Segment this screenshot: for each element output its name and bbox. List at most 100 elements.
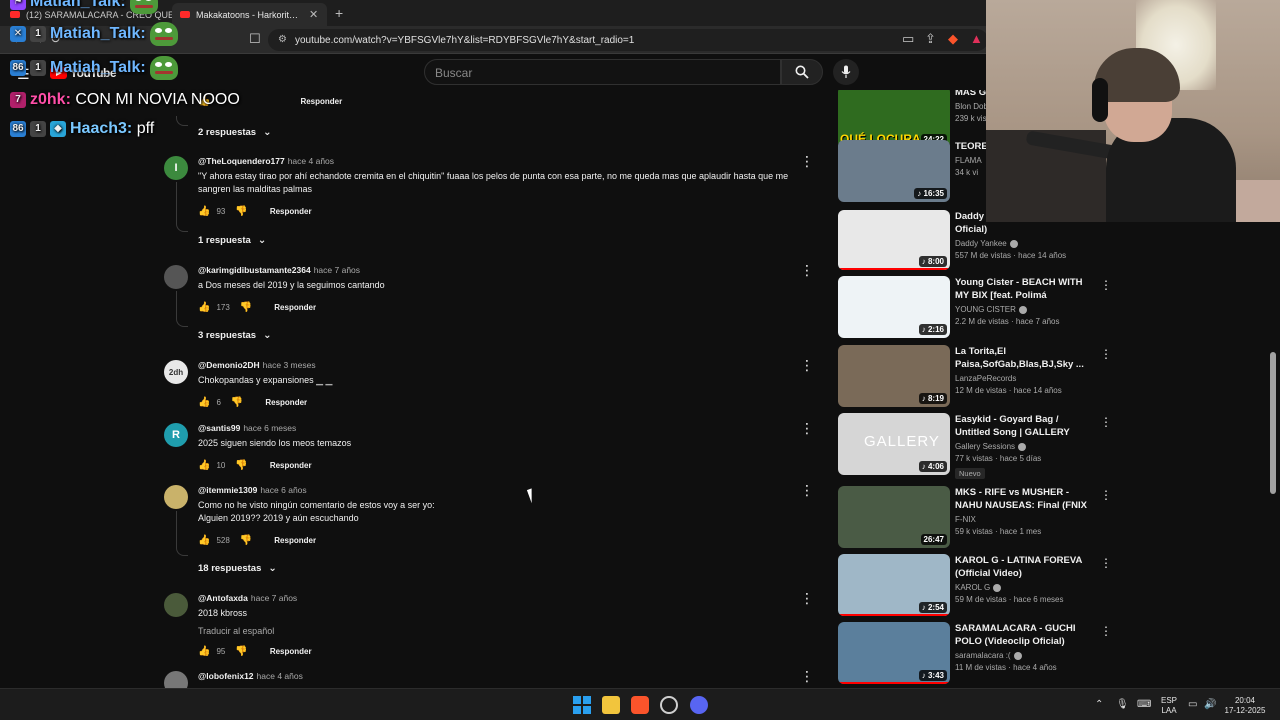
video-title[interactable]: MKS - RIFE vs MUSHER - NAHU NAUSEAS: Fin… xyxy=(955,486,1095,512)
reply-button[interactable]: Responder xyxy=(270,461,312,470)
replies-toggle[interactable]: 2 respuestas ⌄ xyxy=(198,127,271,138)
video-thumbnail[interactable]: ♪ 8:00 xyxy=(838,210,950,270)
network-icon[interactable]: ▭ xyxy=(1188,699,1197,710)
more-options-icon[interactable]: ⋮ xyxy=(800,591,814,605)
video-title[interactable]: La Torita,El Paisa,SofGab,Blas,BJ,Sky ..… xyxy=(955,345,1095,371)
more-options-icon[interactable]: ⋮ xyxy=(1100,488,1112,502)
channel-name[interactable]: KAROL G xyxy=(955,583,1095,592)
comment-time[interactable]: hace 4 años xyxy=(257,671,303,681)
translate-link[interactable]: Traducir al español xyxy=(198,626,818,636)
like-icon[interactable]: 👍 xyxy=(198,535,210,546)
more-options-icon[interactable]: ⋮ xyxy=(800,669,814,683)
browser-tab-2[interactable]: Makakatoons - Harkorita - Y... ✕ xyxy=(172,3,327,26)
comment-time[interactable]: hace 6 años xyxy=(260,485,306,495)
channel-name[interactable]: Gallery Sessions xyxy=(955,442,1095,451)
more-options-icon[interactable]: ⋮ xyxy=(800,421,814,435)
more-options-icon[interactable]: ⋮ xyxy=(800,154,814,168)
address-bar[interactable]: ⚙ youtube.com/watch?v=YBFSGVle7hY&list=R… xyxy=(268,29,988,51)
more-options-icon[interactable]: ⋮ xyxy=(800,263,814,277)
new-tab-button[interactable]: + xyxy=(335,5,343,21)
channel-name[interactable]: YOUNG CISTER xyxy=(955,305,1095,314)
channel-name[interactable]: LanzaPeRecords xyxy=(955,374,1095,383)
brave-browser-icon[interactable] xyxy=(631,696,649,714)
reply-button[interactable]: Responder xyxy=(300,97,342,106)
reply-button[interactable]: Responder xyxy=(274,303,316,312)
more-options-icon[interactable]: ⋮ xyxy=(1100,624,1112,638)
dislike-icon[interactable]: 👎 xyxy=(235,460,247,471)
video-thumbnail[interactable]: ♪ 8:19 xyxy=(838,345,950,407)
dislike-icon[interactable]: 👎 xyxy=(240,535,252,546)
youtube-logo[interactable]: YouTube xyxy=(50,66,117,80)
replies-toggle[interactable]: 1 respuesta ⌄ xyxy=(198,235,266,246)
like-icon[interactable]: 👍 xyxy=(198,302,210,313)
voice-search-button[interactable] xyxy=(833,59,859,85)
more-options-icon[interactable]: ⋮ xyxy=(800,358,814,372)
dislike-icon[interactable]: 👎 xyxy=(235,206,247,217)
chevron-up-icon[interactable]: ⌃ xyxy=(1095,699,1103,710)
reply-button[interactable]: Responder xyxy=(265,398,307,407)
comment-author[interactable]: @Demonio2DH xyxy=(198,360,260,370)
dislike-icon[interactable]: 👎 xyxy=(240,302,252,313)
site-info-icon[interactable]: ⚙ xyxy=(278,34,287,45)
app-icon[interactable] xyxy=(660,696,678,714)
clock[interactable]: 20:04 17-12-2025 xyxy=(1218,696,1272,716)
forward-arrow-icon[interactable]: → xyxy=(32,31,45,46)
like-icon[interactable]: 👍 xyxy=(198,397,210,408)
volume-icon[interactable]: 🔊 xyxy=(1204,699,1216,710)
avatar[interactable] xyxy=(164,485,188,509)
share-icon[interactable]: ⇪ xyxy=(925,31,936,47)
video-title[interactable]: SARAMALACARA - GUCHI POLO (Videoclip Ofi… xyxy=(955,622,1095,648)
close-tab-icon[interactable]: ✕ xyxy=(309,8,318,21)
video-title[interactable]: KAROL G - LATINA FOREVA (Official Video) xyxy=(955,554,1095,580)
comment-author[interactable]: @karimgidibustamante2364 xyxy=(198,265,311,275)
video-thumbnail[interactable]: GALLERY ♪ 4:06 xyxy=(838,413,950,475)
file-explorer-icon[interactable] xyxy=(602,696,620,714)
avatar[interactable]: I xyxy=(164,156,188,180)
reply-button[interactable]: Responder xyxy=(270,647,312,656)
discord-icon[interactable] xyxy=(690,696,708,714)
replies-toggle[interactable]: 18 respuestas ⌄ xyxy=(198,563,277,574)
avatar[interactable] xyxy=(164,593,188,617)
avatar[interactable]: 2dh xyxy=(164,360,188,384)
video-title[interactable]: Easykid - Goyard Bag / Untitled Song | G… xyxy=(955,413,1095,439)
comment-time[interactable]: hace 4 años xyxy=(288,156,334,166)
channel-name[interactable]: saramalacara :( xyxy=(955,651,1095,660)
like-icon[interactable]: 👍 xyxy=(198,460,210,471)
search-button[interactable] xyxy=(781,59,823,85)
video-thumbnail[interactable]: ♪ 16:35 xyxy=(838,140,950,202)
microphone-tray-icon[interactable]: 🎙 xyxy=(1116,699,1129,710)
reply-button[interactable]: Responder xyxy=(274,536,316,545)
language-indicator[interactable]: ESP LAA xyxy=(1158,696,1180,716)
video-thumbnail[interactable]: ♪ 2:54 xyxy=(838,554,950,616)
comment-author[interactable]: @lobofenix12 xyxy=(198,671,254,681)
page-scrollbar[interactable] xyxy=(1270,352,1276,494)
video-thumbnail[interactable]: 26:47 xyxy=(838,486,950,548)
like-icon[interactable]: 👍 xyxy=(198,96,210,107)
more-options-icon[interactable]: ⋮ xyxy=(1100,278,1112,292)
menu-icon[interactable]: ☰ xyxy=(17,66,30,83)
windows-start-icon[interactable] xyxy=(573,696,591,714)
more-options-icon[interactable]: ⋮ xyxy=(1100,347,1112,361)
like-icon[interactable]: 👍 xyxy=(198,646,210,657)
video-thumbnail[interactable]: ♪ 3:43 xyxy=(838,622,950,684)
bookmark-icon[interactable]: ☐ xyxy=(249,31,261,47)
video-thumbnail[interactable]: ♪ 2:16 xyxy=(838,276,950,338)
more-options-icon[interactable]: ⋮ xyxy=(800,483,814,497)
channel-name[interactable]: F-NIX xyxy=(955,515,1095,524)
avatar[interactable] xyxy=(164,265,188,289)
reply-button[interactable]: Responder xyxy=(270,207,312,216)
keyboard-icon[interactable]: ⌨ xyxy=(1137,699,1151,710)
comment-time[interactable]: hace 7 años xyxy=(251,593,297,603)
comment-author[interactable]: @Antofaxda xyxy=(198,593,248,603)
comment-author[interactable]: @TheLoquendero177 xyxy=(198,156,285,166)
avatar[interactable] xyxy=(164,671,188,688)
screen-icon[interactable]: ▭ xyxy=(902,31,914,47)
brave-shield-icon[interactable]: ◆ xyxy=(948,31,958,47)
comment-time[interactable]: hace 7 años xyxy=(314,265,360,275)
reload-icon[interactable]: ↻ xyxy=(50,31,61,47)
dislike-icon[interactable]: 👎 xyxy=(231,397,243,408)
avatar[interactable]: R xyxy=(164,423,188,447)
comment-time[interactable]: hace 3 meses xyxy=(263,360,316,370)
video-title[interactable]: Young Cister - BEACH WITH MY BIX [feat. … xyxy=(955,276,1095,302)
brave-rewards-icon[interactable]: ▲ xyxy=(970,31,983,46)
